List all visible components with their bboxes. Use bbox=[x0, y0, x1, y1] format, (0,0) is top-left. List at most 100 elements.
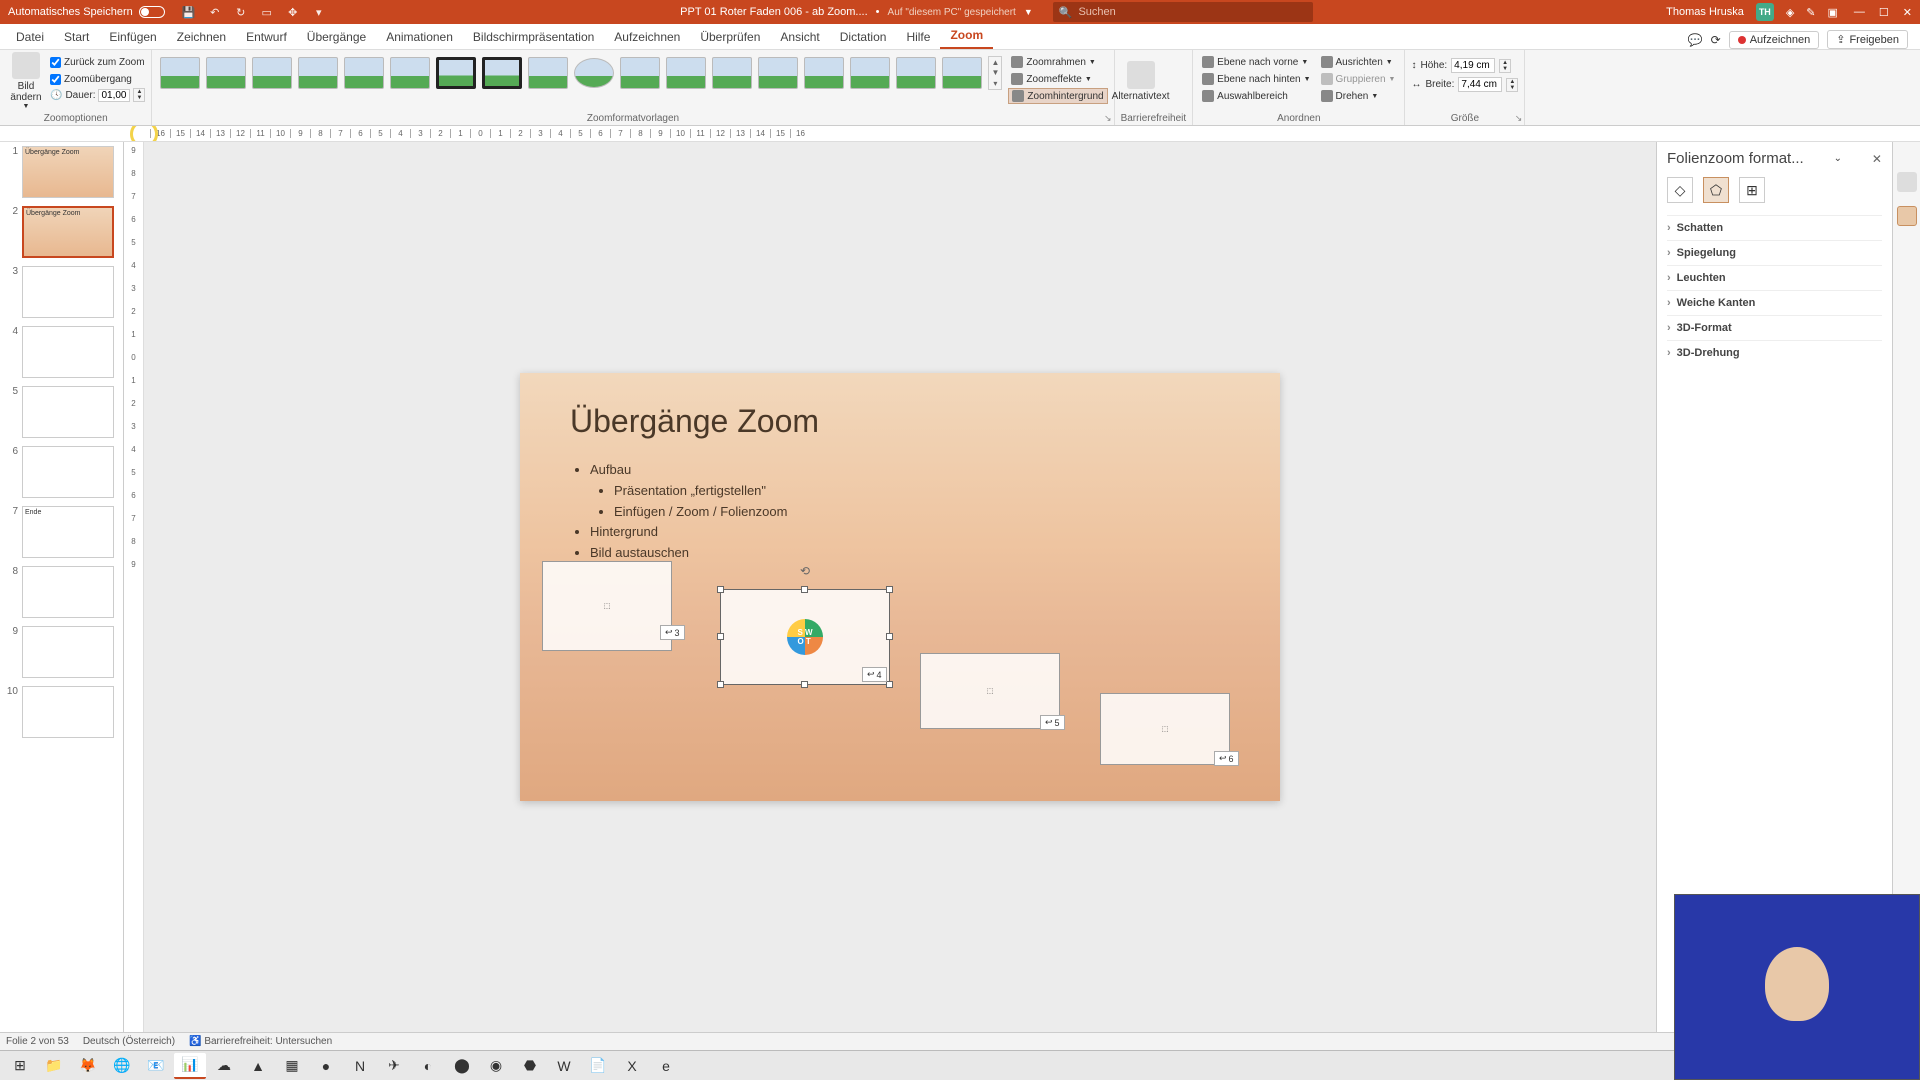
group-launcher-icon[interactable]: ↘ bbox=[1515, 113, 1523, 124]
tab-dictation[interactable]: Dictation bbox=[830, 26, 897, 49]
vlc-icon[interactable]: ▲ bbox=[242, 1053, 274, 1079]
style-thumb[interactable] bbox=[344, 57, 384, 89]
edge-icon[interactable]: e bbox=[650, 1053, 682, 1079]
search-box[interactable]: 🔍 Suchen bbox=[1053, 2, 1313, 22]
accessibility-status[interactable]: ♿ Barrierefreiheit: Untersuchen bbox=[189, 1036, 332, 1047]
window-icon[interactable]: ▣ bbox=[1828, 6, 1838, 19]
tab-datei[interactable]: Datei bbox=[6, 26, 54, 49]
style-thumb[interactable] bbox=[298, 57, 338, 89]
share-button[interactable]: ⇪Freigeben bbox=[1827, 30, 1908, 49]
tab-animationen[interactable]: Animationen bbox=[376, 26, 463, 49]
change-image-button[interactable]: Bild ändern ▼ bbox=[6, 52, 46, 110]
telegram-icon[interactable]: ✈ bbox=[378, 1053, 410, 1079]
slide-title[interactable]: Übergänge Zoom bbox=[570, 403, 1230, 440]
zoom-object-5[interactable]: ⬚ bbox=[920, 653, 1060, 729]
width-input[interactable] bbox=[1458, 77, 1502, 92]
thumbnail[interactable] bbox=[22, 686, 114, 738]
app-icon[interactable]: ◐ bbox=[412, 1053, 444, 1079]
width-spinner[interactable]: ▲▼ bbox=[1506, 78, 1518, 92]
alttext-button[interactable]: Alternativtext bbox=[1121, 52, 1161, 110]
tab-hilfe[interactable]: Hilfe bbox=[896, 26, 940, 49]
resize-handle[interactable] bbox=[717, 586, 724, 593]
style-thumb[interactable] bbox=[942, 57, 982, 89]
tab-entwurf[interactable]: Entwurf bbox=[236, 26, 297, 49]
pane-tab-fill[interactable]: ◇ bbox=[1667, 177, 1693, 203]
tab-ansicht[interactable]: Ansicht bbox=[770, 26, 829, 49]
style-thumb[interactable] bbox=[528, 57, 568, 89]
rotate-button[interactable]: Drehen▼ bbox=[1318, 88, 1399, 104]
pane-section[interactable]: Schatten bbox=[1667, 215, 1882, 240]
powerpoint-icon[interactable]: 📊 bbox=[174, 1053, 206, 1079]
thumbnail[interactable] bbox=[22, 386, 114, 438]
thumbnail[interactable] bbox=[22, 626, 114, 678]
close-pane-icon[interactable]: ✕ bbox=[1872, 152, 1882, 166]
style-thumb[interactable] bbox=[436, 57, 476, 89]
app-icon[interactable]: ◉ bbox=[480, 1053, 512, 1079]
send-backward-button[interactable]: Ebene nach hinten▼ bbox=[1199, 71, 1313, 87]
app-icon[interactable]: ● bbox=[310, 1053, 342, 1079]
return-to-zoom-checkbox[interactable]: Zurück zum Zoom bbox=[50, 54, 145, 70]
thumbnail[interactable] bbox=[22, 266, 114, 318]
thumbnail[interactable] bbox=[22, 446, 114, 498]
resize-handle[interactable] bbox=[717, 681, 724, 688]
duration-field[interactable]: 🕓 Dauer: ▲▼ bbox=[50, 88, 145, 102]
tab-zoom[interactable]: Zoom bbox=[940, 24, 993, 49]
gallery-more-button[interactable]: ▲▼▾ bbox=[988, 56, 1002, 90]
style-thumb[interactable] bbox=[482, 57, 522, 89]
zoomeffekte-button[interactable]: Zoomeffekte▼ bbox=[1008, 71, 1107, 87]
zoomhintergrund-button[interactable]: Zoomhintergrund bbox=[1008, 88, 1107, 104]
zoom-object-3[interactable]: ⬚ bbox=[542, 561, 672, 651]
tab-einfuegen[interactable]: Einfügen bbox=[99, 26, 166, 49]
thumbnail-item[interactable]: 4 bbox=[4, 326, 119, 378]
rotate-handle-icon[interactable]: ⟲ bbox=[800, 564, 810, 578]
duration-input[interactable] bbox=[98, 89, 130, 102]
toggle-switch-icon[interactable] bbox=[139, 6, 165, 18]
zoomrahmen-button[interactable]: Zoomrahmen▼ bbox=[1008, 54, 1107, 70]
thumbnail-item[interactable]: 3 bbox=[4, 266, 119, 318]
pane-section[interactable]: 3D-Drehung bbox=[1667, 340, 1882, 365]
group-button[interactable]: Gruppieren▼ bbox=[1318, 71, 1399, 87]
chevron-down-icon[interactable]: ⌄ bbox=[1834, 153, 1842, 164]
obs-icon[interactable]: ⬤ bbox=[446, 1053, 478, 1079]
align-button[interactable]: Ausrichten▼ bbox=[1318, 54, 1399, 70]
slide-canvas[interactable]: Übergänge Zoom Aufbau Präsentation „fert… bbox=[520, 373, 1280, 801]
tab-ueberpruefen[interactable]: Überprüfen bbox=[690, 26, 770, 49]
app-icon[interactable]: 📄 bbox=[582, 1053, 614, 1079]
resize-handle[interactable] bbox=[801, 681, 808, 688]
height-input[interactable] bbox=[1451, 58, 1495, 73]
word-icon[interactable]: W bbox=[548, 1053, 580, 1079]
style-thumb[interactable] bbox=[804, 57, 844, 89]
style-thumb[interactable] bbox=[666, 57, 706, 89]
height-field[interactable]: ↕Höhe:▲▼ bbox=[1411, 58, 1518, 73]
record-button[interactable]: Aufzeichnen bbox=[1729, 31, 1820, 49]
style-thumb[interactable] bbox=[574, 58, 614, 88]
duration-spinner[interactable]: ▲▼ bbox=[133, 88, 145, 102]
tab-uebergaenge[interactable]: Übergänge bbox=[297, 26, 376, 49]
resize-handle[interactable] bbox=[886, 633, 893, 640]
style-thumb[interactable] bbox=[850, 57, 890, 89]
style-thumb[interactable] bbox=[896, 57, 936, 89]
app-icon[interactable]: ☁ bbox=[208, 1053, 240, 1079]
designer-icon[interactable] bbox=[1897, 172, 1917, 192]
style-thumb[interactable] bbox=[390, 57, 430, 89]
thumbnail[interactable] bbox=[22, 326, 114, 378]
qat-more-icon[interactable]: ▾ bbox=[311, 4, 327, 20]
tab-aufzeichnen[interactable]: Aufzeichnen bbox=[604, 26, 690, 49]
resize-handle[interactable] bbox=[801, 586, 808, 593]
tab-start[interactable]: Start bbox=[54, 26, 99, 49]
zoom-transition-checkbox[interactable]: Zoomübergang bbox=[50, 71, 145, 87]
firefox-icon[interactable]: 🦊 bbox=[72, 1053, 104, 1079]
save-icon[interactable]: 💾 bbox=[181, 4, 197, 20]
style-thumb[interactable] bbox=[620, 57, 660, 89]
resize-handle[interactable] bbox=[717, 633, 724, 640]
undo-icon[interactable]: ↶ bbox=[207, 4, 223, 20]
touch-mode-icon[interactable]: ✥ bbox=[285, 4, 301, 20]
zoom-object-6[interactable]: ⬚ bbox=[1100, 693, 1230, 765]
pane-section[interactable]: Spiegelung bbox=[1667, 240, 1882, 265]
redo-icon[interactable]: ↻ bbox=[233, 4, 249, 20]
tab-bildschirm[interactable]: Bildschirmpräsentation bbox=[463, 26, 604, 49]
thumbnail-item[interactable]: 6 bbox=[4, 446, 119, 498]
app-icon[interactable]: ▦ bbox=[276, 1053, 308, 1079]
onenote-icon[interactable]: N bbox=[344, 1053, 376, 1079]
pane-section[interactable]: 3D-Format bbox=[1667, 315, 1882, 340]
